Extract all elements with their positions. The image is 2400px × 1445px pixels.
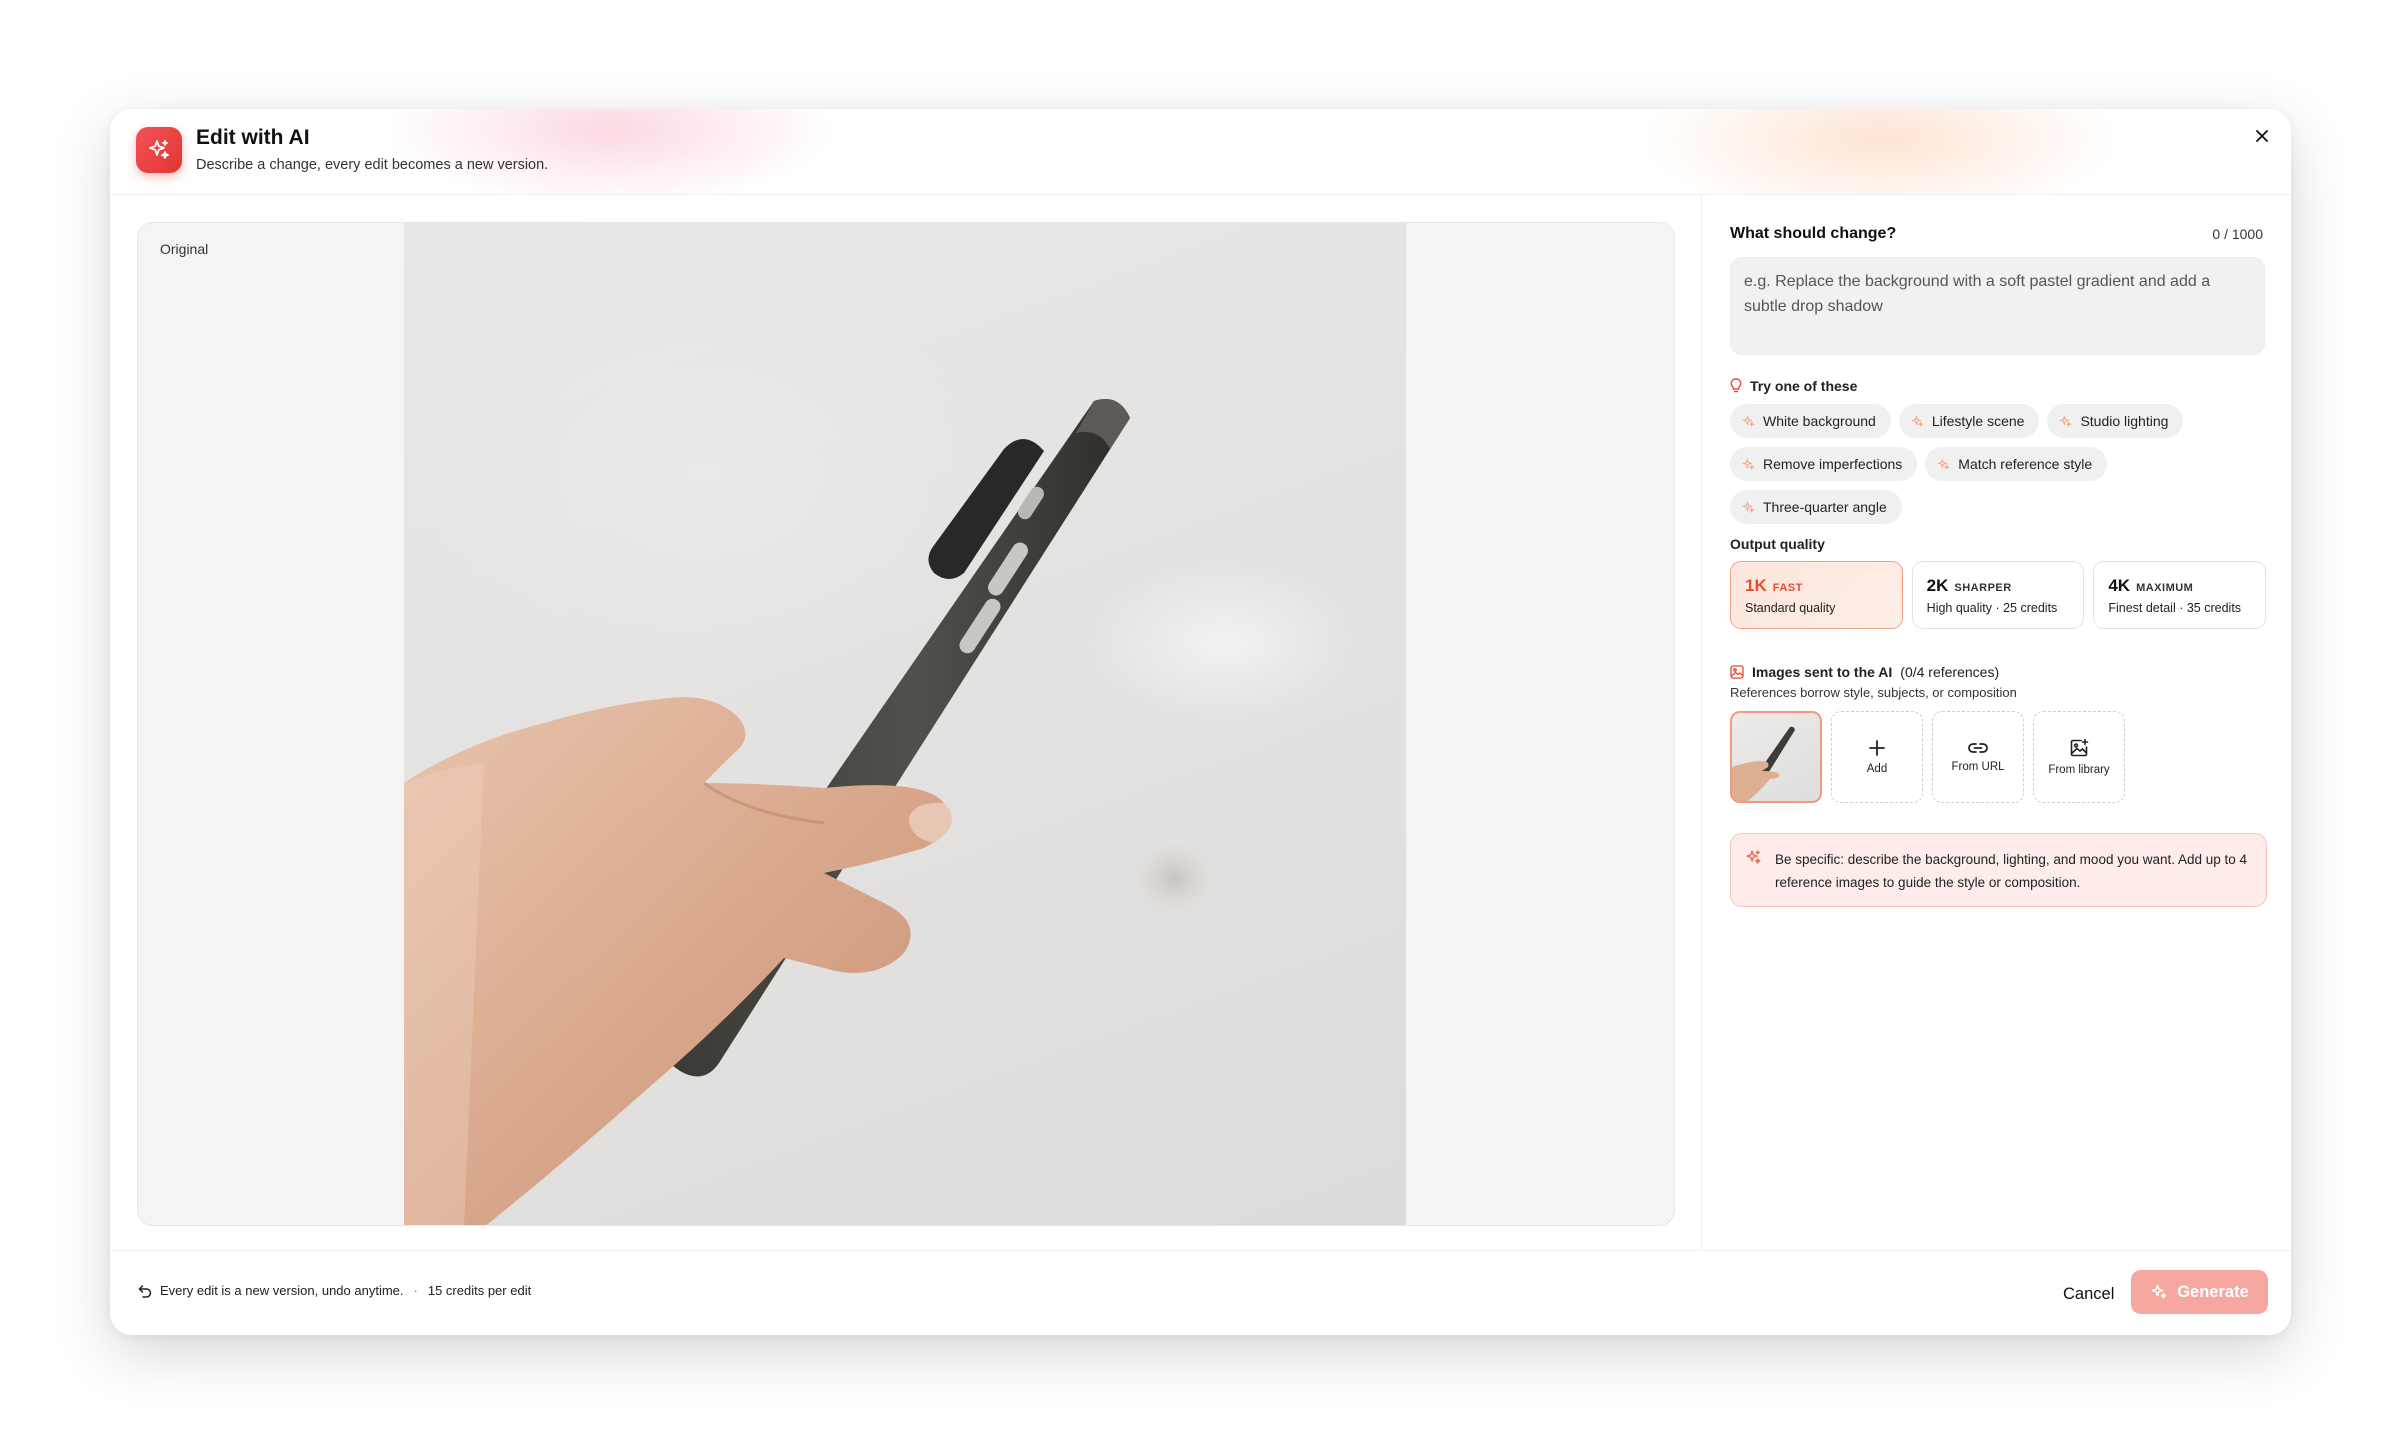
lightbulb-icon bbox=[1730, 378, 1742, 393]
prompt-input[interactable] bbox=[1744, 269, 2251, 343]
chip-studio-lighting[interactable]: Studio lighting bbox=[2047, 404, 2184, 438]
original-image bbox=[404, 223, 1406, 1225]
image-icon bbox=[1730, 665, 1744, 679]
generate-button[interactable]: Generate bbox=[2131, 1270, 2268, 1314]
edit-with-ai-dialog: Edit with AI Describe a change, every ed… bbox=[110, 109, 2291, 1335]
quality-options: 1K FAST Standard quality 2K SHARPER High… bbox=[1730, 561, 2267, 629]
quality-resolution: 1K bbox=[1745, 576, 1767, 595]
undo-icon bbox=[138, 1284, 152, 1298]
credits-per-edit: 15 credits per edit bbox=[427, 1283, 532, 1298]
quality-resolution: 2K bbox=[1926, 576, 1949, 595]
plus-icon bbox=[1869, 740, 1885, 756]
sparkles-icon bbox=[1745, 849, 1762, 873]
from-url-button[interactable]: From URL bbox=[1932, 711, 2024, 803]
sparkles-icon bbox=[136, 127, 182, 173]
chip-white-background[interactable]: White background bbox=[1730, 404, 1891, 438]
suggestions-heading: Try one of these bbox=[1730, 378, 1857, 394]
from-library-button[interactable]: From library bbox=[2033, 711, 2125, 803]
suggestion-chips: White background Lifestyle scene Studio … bbox=[1730, 404, 2270, 533]
from-library-label: From library bbox=[2048, 764, 2110, 776]
references-title: Images sent to the AI bbox=[1752, 664, 1893, 680]
sparkles-icon bbox=[1910, 414, 1924, 427]
sparkles-icon bbox=[2151, 1284, 2167, 1299]
generate-label: Generate bbox=[2177, 1282, 2249, 1301]
quality-label: Output quality bbox=[1730, 536, 1825, 552]
sparkles-icon bbox=[1742, 500, 1755, 513]
footer-note-text: Every edit is a new version, undo anytim… bbox=[160, 1283, 404, 1298]
chip-label: Studio lighting bbox=[2080, 413, 2169, 429]
chip-label: Lifestyle scene bbox=[1931, 413, 2025, 429]
image-canvas: Original bbox=[137, 222, 1675, 1226]
quality-description: High quality · 25 credits bbox=[1926, 601, 2058, 615]
dialog-header: Edit with AI Describe a change, every ed… bbox=[110, 109, 2291, 195]
prompt-label: What should change? bbox=[1730, 225, 1897, 242]
chip-label: Remove imperfections bbox=[1763, 456, 1903, 472]
footer-separator: · bbox=[413, 1283, 418, 1298]
add-reference-button[interactable]: Add bbox=[1831, 711, 1923, 803]
footer-note: Every edit is a new version, undo anytim… bbox=[138, 1283, 531, 1298]
quality-option-4k[interactable]: 4K MAXIMUM Finest detail · 35 credits bbox=[2093, 561, 2267, 629]
char-counter: 0 / 1000 bbox=[2212, 226, 2263, 242]
reference-images: Add From URL From library bbox=[1730, 711, 2125, 803]
source-image-thumbnail[interactable] bbox=[1730, 711, 1822, 803]
references-heading: Images sent to the AI (0/4 references) bbox=[1730, 664, 1999, 680]
dialog-title: Edit with AI bbox=[196, 126, 310, 149]
quality-tag: SHARPER bbox=[1954, 582, 2012, 594]
chip-lifestyle-scene[interactable]: Lifestyle scene bbox=[1898, 404, 2040, 438]
close-button[interactable] bbox=[2247, 121, 2277, 151]
suggestions-title: Try one of these bbox=[1750, 378, 1858, 394]
chip-label: Three-quarter angle bbox=[1763, 499, 1887, 515]
sparkles-icon bbox=[1742, 414, 1755, 427]
image-plus-icon bbox=[2070, 738, 2089, 757]
chip-match-reference-style[interactable]: Match reference style bbox=[1925, 447, 2108, 481]
close-icon bbox=[2256, 130, 2268, 142]
add-reference-label: Add bbox=[1866, 763, 1888, 775]
canvas-label: Original bbox=[160, 241, 209, 257]
tip-text: Be specific: describe the background, li… bbox=[1775, 852, 2248, 890]
chip-label: Match reference style bbox=[1958, 456, 2093, 472]
prompt-field[interactable] bbox=[1730, 257, 2265, 355]
quality-tag: FAST bbox=[1772, 582, 1803, 594]
references-count: (0/4 references) bbox=[1900, 664, 2000, 680]
chip-label: White background bbox=[1763, 413, 1876, 429]
dialog-subtitle: Describe a change, every edit becomes a … bbox=[196, 157, 549, 173]
cancel-button[interactable]: Cancel bbox=[2049, 1273, 2128, 1315]
quality-resolution: 4K bbox=[2108, 576, 2131, 595]
chip-three-quarter-angle[interactable]: Three-quarter angle bbox=[1730, 490, 1902, 524]
dialog-footer: Every edit is a new version, undo anytim… bbox=[110, 1250, 2291, 1335]
sparkles-icon bbox=[1742, 457, 1755, 470]
sparkles-icon bbox=[1937, 457, 1951, 470]
sparkles-icon bbox=[2059, 414, 2073, 427]
references-subtitle: References borrow style, subjects, or co… bbox=[1730, 685, 2017, 700]
from-url-label: From URL bbox=[1951, 761, 2005, 773]
quality-option-2k[interactable]: 2K SHARPER High quality · 25 credits bbox=[1911, 561, 2085, 629]
chip-remove-imperfections[interactable]: Remove imperfections bbox=[1730, 447, 1918, 481]
tip-callout: Be specific: describe the background, li… bbox=[1730, 833, 2267, 907]
quality-description: Finest detail · 35 credits bbox=[2108, 601, 2242, 615]
link-icon bbox=[1968, 743, 1988, 753]
quality-tag: MAXIMUM bbox=[2136, 582, 2194, 594]
quality-option-1k[interactable]: 1K FAST Standard quality bbox=[1730, 561, 1903, 629]
edit-options-panel: What should change? 0 / 1000 Try one of … bbox=[1701, 195, 2291, 1251]
quality-description: Standard quality bbox=[1745, 601, 1836, 615]
